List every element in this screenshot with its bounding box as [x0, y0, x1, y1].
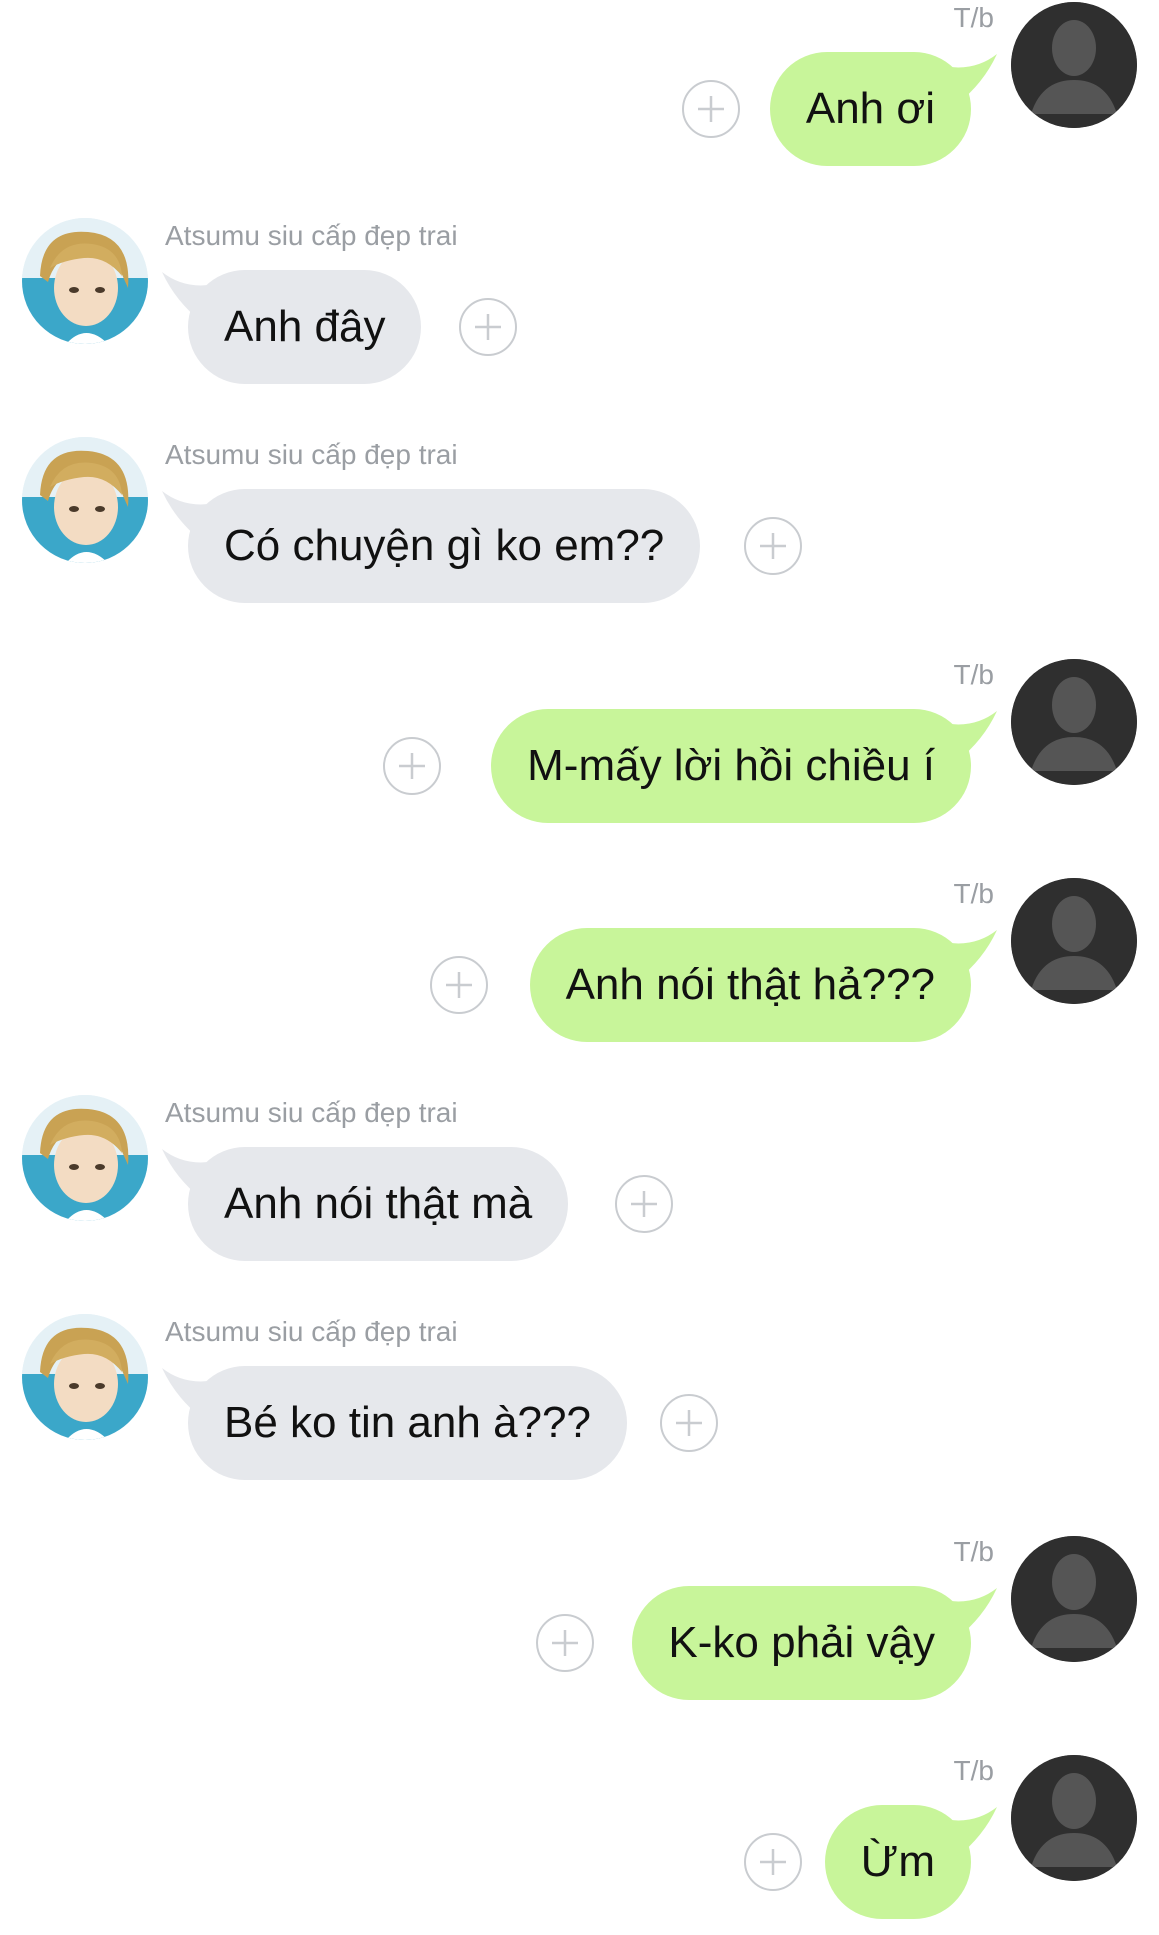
- message-bubble[interactable]: Anh ơi: [769, 52, 971, 166]
- add-reaction-button[interactable]: [682, 80, 740, 138]
- message-bubble[interactable]: Anh nói thật mà: [188, 1147, 569, 1261]
- person-silhouette-icon[interactable]: [1011, 878, 1137, 1004]
- plus-icon: [760, 533, 786, 559]
- sender-name: Atsumu siu cấp đẹp trai: [165, 1316, 458, 1347]
- message-bubble[interactable]: Anh nói thật hả???: [529, 928, 971, 1042]
- add-reaction-button[interactable]: [615, 1175, 673, 1233]
- message-row-outgoing: T/b Anh ơi: [0, 2, 1159, 182]
- message-bubble[interactable]: Anh đây: [188, 270, 422, 384]
- message-row-outgoing: T/b M-mấy lời hồi chiều í: [0, 659, 1159, 839]
- anime-avatar-icon[interactable]: [22, 1314, 148, 1440]
- plus-icon: [631, 1191, 657, 1217]
- message-row-incoming: Atsumu siu cấp đẹp trai Bé ko tin anh à?…: [0, 1314, 1159, 1496]
- sender-name: Atsumu siu cấp đẹp trai: [165, 439, 458, 470]
- sender-name: Atsumu siu cấp đẹp trai: [165, 1097, 458, 1128]
- sender-name: T/b: [953, 1755, 994, 1786]
- message-row-incoming: Atsumu siu cấp đẹp trai Anh đây: [0, 218, 1159, 400]
- person-silhouette-icon[interactable]: [1011, 1536, 1137, 1662]
- plus-icon: [760, 1849, 786, 1875]
- person-silhouette-icon[interactable]: [1011, 659, 1137, 785]
- message-bubble[interactable]: M-mấy lời hồi chiều í: [491, 709, 971, 823]
- person-silhouette-icon[interactable]: [1011, 2, 1137, 128]
- message-row-outgoing: T/b Ừm: [0, 1755, 1159, 1935]
- add-reaction-button[interactable]: [536, 1614, 594, 1672]
- message-row-outgoing: T/b Anh nói thật hả???: [0, 878, 1159, 1058]
- plus-icon: [552, 1630, 578, 1656]
- message-bubble[interactable]: Có chuyện gì ko em??: [188, 489, 701, 603]
- message-row-incoming: Atsumu siu cấp đẹp trai Có chuyện gì ko …: [0, 437, 1159, 619]
- plus-icon: [446, 972, 472, 998]
- anime-avatar-icon[interactable]: [22, 218, 148, 344]
- add-reaction-button[interactable]: [459, 298, 517, 356]
- anime-avatar-icon[interactable]: [22, 437, 148, 563]
- add-reaction-button[interactable]: [744, 1833, 802, 1891]
- sender-name: Atsumu siu cấp đẹp trai: [165, 220, 458, 251]
- add-reaction-button[interactable]: [383, 737, 441, 795]
- sender-name: T/b: [953, 1536, 994, 1567]
- plus-icon: [399, 753, 425, 779]
- message-bubble[interactable]: K-ko phải vậy: [632, 1586, 971, 1700]
- add-reaction-button[interactable]: [430, 956, 488, 1014]
- add-reaction-button[interactable]: [660, 1394, 718, 1452]
- chat-thread: T/b Anh ơi Atsumu siu cấp đẹp trai Anh đ…: [0, 0, 1159, 1920]
- sender-name: T/b: [953, 878, 994, 909]
- plus-icon: [698, 96, 724, 122]
- plus-icon: [475, 314, 501, 340]
- message-row-outgoing: T/b K-ko phải vậy: [0, 1536, 1159, 1716]
- message-bubble[interactable]: Bé ko tin anh à???: [188, 1366, 627, 1480]
- sender-name: T/b: [953, 2, 994, 33]
- message-bubble[interactable]: Ừm: [824, 1805, 971, 1919]
- add-reaction-button[interactable]: [744, 517, 802, 575]
- sender-name: T/b: [953, 659, 994, 690]
- anime-avatar-icon[interactable]: [22, 1095, 148, 1221]
- message-row-incoming: Atsumu siu cấp đẹp trai Anh nói thật mà: [0, 1095, 1159, 1277]
- plus-icon: [676, 1410, 702, 1436]
- person-silhouette-icon[interactable]: [1011, 1755, 1137, 1881]
